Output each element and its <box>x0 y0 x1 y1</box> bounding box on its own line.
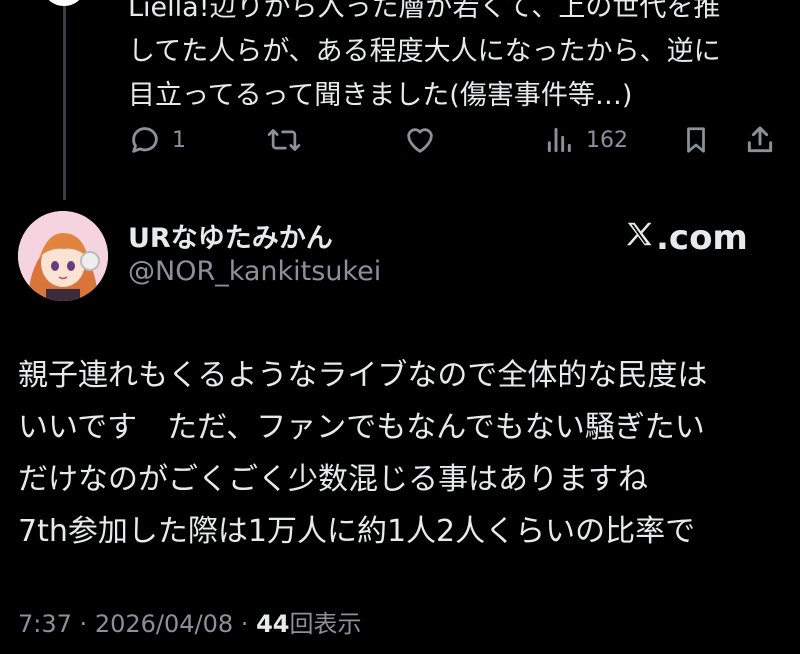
views-count: 162 <box>586 127 628 153</box>
views-button[interactable]: 162 <box>544 118 628 162</box>
parent-tweet-line: Liella!辺りから入った層が若くて、上の世代を推 <box>128 0 721 23</box>
brand-label: .com <box>656 218 748 258</box>
x-com-brand: .com <box>624 216 748 260</box>
tweet-line: 7th参加した際は1万人に約1人2人くらいの比率で <box>18 514 696 549</box>
parent-tweet-actions: 1 162 <box>128 118 778 162</box>
thread-connector-line <box>63 0 66 200</box>
parent-tweet-line: してた人らが、ある程度大人になったから、逆に <box>128 36 721 67</box>
tweet-meta: 7:37 · 2026/04/08 · 44回表示 <box>18 604 361 639</box>
x-logo-icon <box>624 218 654 258</box>
reply-icon <box>128 123 162 157</box>
tweet-time[interactable]: 7:37 <box>18 610 72 638</box>
parent-avatar[interactable] <box>44 0 84 6</box>
heart-icon <box>402 123 438 157</box>
analytics-icon <box>544 123 576 157</box>
retweet-button[interactable] <box>265 118 313 162</box>
tweet-line: だけなのがごくごく少数混じる事はありますね <box>18 462 648 497</box>
tweet-line: 親子連れもくるようなライブなので全体的な民度は <box>18 358 708 393</box>
meta-separator: · <box>79 610 88 638</box>
reply-button[interactable]: 1 <box>128 118 186 162</box>
retweet-icon <box>265 123 303 157</box>
bookmark-icon <box>681 123 711 157</box>
like-button[interactable] <box>402 118 448 162</box>
bookmark-button[interactable] <box>681 118 711 162</box>
tweet-date[interactable]: 2026/04/08 <box>95 610 233 638</box>
tweet-body: 親子連れもくるようなライブなので全体的な民度は いいです ただ、ファンでもなんで… <box>18 350 788 558</box>
author-display-name[interactable]: URなゆたみかん <box>128 216 333 255</box>
meta-separator: · <box>240 610 249 638</box>
parent-tweet-line: 目立ってるって聞きました(傷害事件等…) <box>128 80 633 111</box>
author-avatar[interactable] <box>18 211 108 301</box>
tweet-views-label: 回表示 <box>289 610 362 638</box>
share-button[interactable] <box>744 118 776 162</box>
tweet-line: いいです ただ、ファンでもなんでもない騒ぎたい <box>18 410 705 445</box>
parent-tweet-text: Liella!辺りから入った層が若くて、上の世代を推 してた人らが、ある程度大人… <box>128 0 788 118</box>
author-handle[interactable]: @NOR_kankitsukei <box>128 256 381 287</box>
reply-count: 1 <box>172 127 186 153</box>
tweet-views-count: 44 <box>256 610 290 638</box>
share-icon <box>744 123 776 157</box>
